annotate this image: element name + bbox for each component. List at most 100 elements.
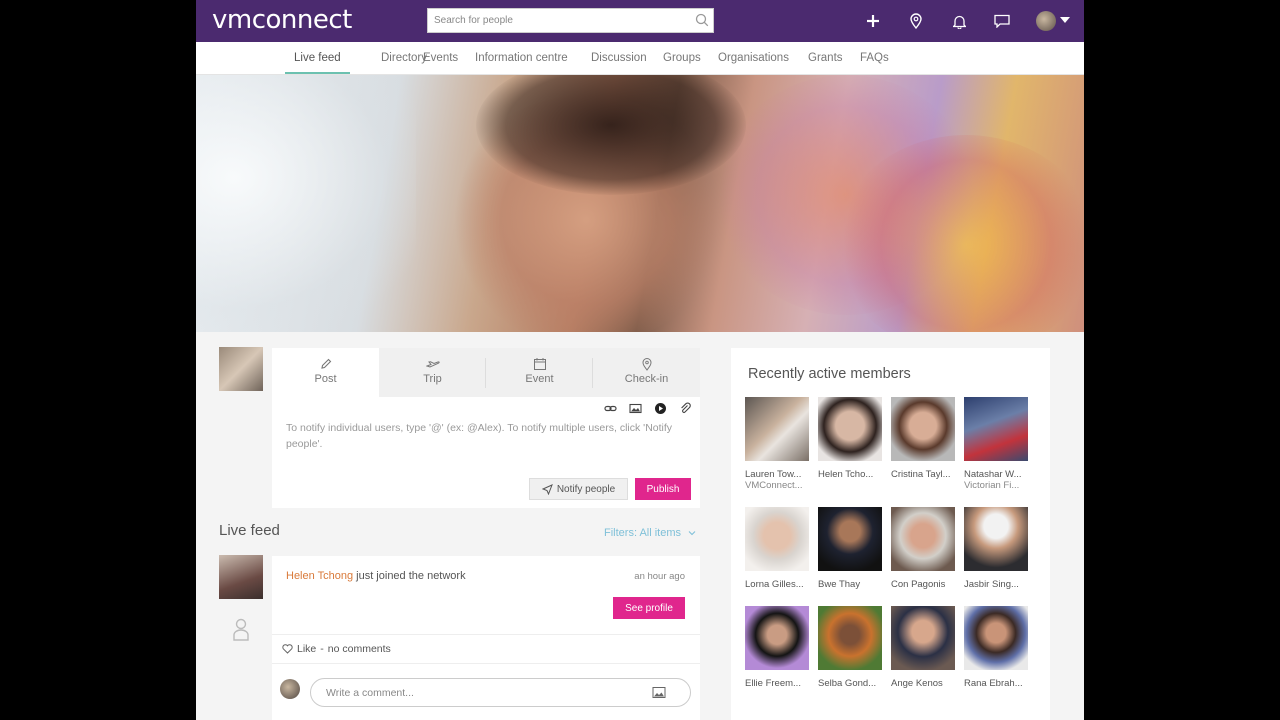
filters-dropdown[interactable]: Filters: All items — [604, 527, 696, 539]
member-photo[interactable] — [818, 606, 882, 670]
member-photo[interactable] — [745, 397, 809, 461]
member-card[interactable]: Ellie Freem... — [745, 606, 811, 689]
member-card[interactable]: Lorna Gilles... — [745, 507, 811, 590]
send-icon — [541, 483, 553, 495]
divider — [272, 663, 700, 664]
nav-discussion[interactable]: Discussion — [582, 42, 656, 74]
like-button[interactable]: Like — [297, 643, 316, 655]
member-card[interactable]: Rana Ebrah... — [964, 606, 1030, 689]
calendar-icon — [533, 358, 546, 370]
nav-groups[interactable]: Groups — [654, 42, 710, 74]
member-photo[interactable] — [964, 606, 1028, 670]
member-name: Jasbir Sing... — [964, 579, 1019, 590]
member-name: Ellie Freem... — [745, 678, 801, 689]
member-photo[interactable] — [964, 507, 1028, 571]
main-nav: Live feed Directory Events Information c… — [196, 42, 1084, 75]
location-pin-icon[interactable] — [906, 11, 926, 31]
tab-check-in-label: Check-in — [624, 373, 669, 385]
feed-item-timestamp: an hour ago — [634, 571, 685, 582]
tab-trip[interactable]: Trip — [379, 348, 486, 397]
plane-icon — [425, 361, 440, 368]
member-photo[interactable] — [818, 507, 882, 571]
search-input[interactable] — [428, 9, 678, 32]
notify-people-label: Notify people — [556, 483, 616, 495]
video-icon[interactable] — [654, 402, 667, 415]
member-card[interactable]: Con Pagonis — [891, 507, 957, 590]
comments-count[interactable]: no comments — [328, 643, 391, 655]
feed-item-action: just joined the network — [353, 570, 466, 582]
see-profile-button[interactable]: See profile — [613, 597, 685, 619]
feed-item-avatar[interactable] — [219, 555, 263, 599]
member-photo[interactable] — [745, 507, 809, 571]
search-icon[interactable] — [695, 13, 709, 27]
comment-box[interactable] — [310, 678, 691, 707]
member-photo[interactable] — [891, 507, 955, 571]
nav-information-centre[interactable]: Information centre — [466, 42, 577, 74]
member-name: Selba Gond... — [818, 678, 877, 689]
tab-post-label: Post — [314, 373, 337, 385]
recently-active-members-panel: Recently active members Lauren Tow... VM… — [731, 348, 1050, 720]
attachment-icon[interactable] — [679, 402, 692, 415]
member-photo[interactable] — [891, 606, 955, 670]
member-card[interactable]: Lauren Tow... VMConnect... — [745, 397, 811, 491]
member-card[interactable]: Jasbir Sing... — [964, 507, 1030, 590]
tab-trip-label: Trip — [423, 373, 442, 385]
composer-user-avatar[interactable] — [219, 347, 263, 391]
nav-events[interactable]: Events — [414, 42, 467, 74]
link-icon[interactable] — [604, 402, 617, 415]
member-photo[interactable] — [891, 397, 955, 461]
image-icon[interactable] — [629, 402, 642, 415]
member-name: Bwe Thay — [818, 579, 861, 590]
like-separator: - — [320, 643, 324, 655]
logo[interactable]: vmconnect — [212, 5, 352, 35]
member-name: Natashar W... — [964, 469, 1022, 480]
image-icon[interactable] — [652, 686, 666, 699]
notify-people-button[interactable]: Notify people — [529, 478, 628, 500]
caret-down-icon[interactable] — [1060, 17, 1070, 23]
nav-faqs[interactable]: FAQs — [851, 42, 898, 74]
member-card[interactable]: Selba Gond... — [818, 606, 884, 689]
heart-icon[interactable] — [282, 644, 293, 654]
member-card[interactable]: Bwe Thay — [818, 507, 884, 590]
composer-tabs: Post Trip Event Check-in — [272, 348, 700, 397]
member-card[interactable]: Helen Tcho... — [818, 397, 884, 480]
tab-post[interactable]: Post — [272, 348, 379, 397]
members-title: Recently active members — [748, 366, 911, 382]
member-org: VMConnect... — [745, 480, 803, 491]
member-card[interactable]: Cristina Tayl... — [891, 397, 957, 480]
feed-item-username[interactable]: Helen Tchong — [286, 570, 353, 582]
member-photo[interactable] — [818, 397, 882, 461]
publish-button[interactable]: Publish — [635, 478, 691, 500]
bell-icon[interactable] — [949, 11, 969, 31]
tab-event-label: Event — [525, 373, 554, 385]
top-bar: vmconnect — [196, 0, 1084, 42]
member-card[interactable]: Natashar W... Victorian Fi... — [964, 397, 1030, 491]
tab-event[interactable]: Event — [486, 348, 593, 397]
divider — [272, 634, 700, 635]
person-icon — [233, 618, 249, 641]
nav-grants[interactable]: Grants — [799, 42, 852, 74]
tab-check-in[interactable]: Check-in — [593, 348, 700, 397]
post-text-input[interactable] — [286, 420, 686, 464]
feed-item-message: Helen Tchong just joined the network — [286, 570, 466, 582]
member-photo[interactable] — [745, 606, 809, 670]
nav-organisations[interactable]: Organisations — [709, 42, 798, 74]
chat-icon[interactable] — [992, 11, 1012, 31]
like-bar: Like - no comments — [282, 643, 391, 655]
member-photo[interactable] — [964, 397, 1028, 461]
comment-input[interactable] — [311, 679, 631, 706]
user-avatar[interactable] — [1036, 11, 1056, 31]
pencil-icon — [320, 358, 331, 369]
member-card[interactable]: Ange Kenos — [891, 606, 957, 689]
nav-live-feed[interactable]: Live feed — [285, 42, 350, 74]
composer-toolbar — [604, 402, 692, 415]
post-composer: Post Trip Event Check-in To notify indiv… — [272, 348, 700, 508]
vmconnect-page: vmconnect Live feed Directory Events Inf… — [196, 0, 1084, 720]
member-name: Ange Kenos — [891, 678, 943, 689]
plus-icon[interactable] — [863, 11, 883, 31]
member-name: Rana Ebrah... — [964, 678, 1023, 689]
member-name: Lauren Tow... — [745, 469, 802, 480]
search-box[interactable] — [427, 8, 714, 33]
chevron-down-icon — [688, 531, 696, 536]
live-feed-heading: Live feed — [219, 522, 280, 539]
